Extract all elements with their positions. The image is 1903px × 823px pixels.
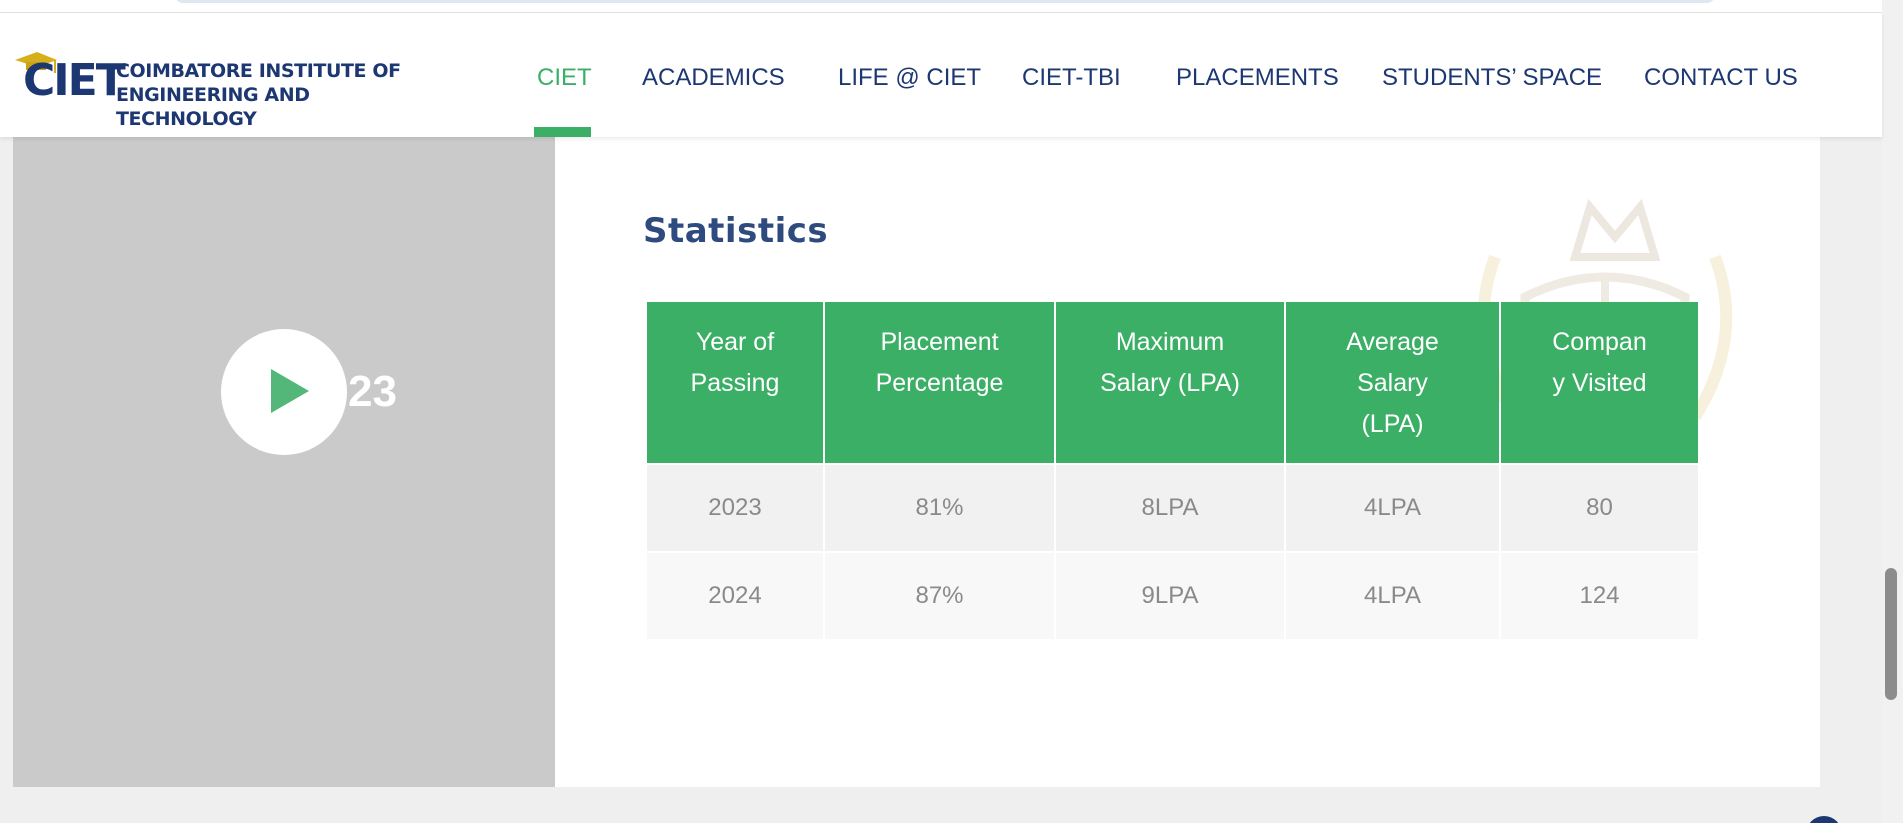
header-text: Year of [695, 328, 775, 356]
nav-item-academics[interactable]: ACADEMICS [642, 13, 785, 137]
cell-maximum-salary: 9LPA [1056, 553, 1284, 639]
header-text: Percentage [875, 369, 1004, 397]
header-year-of-passing: Year of Passing [647, 302, 823, 463]
page-scrollbar-thumb[interactable] [1885, 568, 1897, 700]
cell-maximum-salary: 8LPA [1056, 465, 1284, 551]
table-header-row: Year of Passing Placement Percentage Max… [647, 302, 1698, 463]
nav-item-life-at-ciet[interactable]: LIFE @ CIET [838, 13, 981, 137]
chat-widget-icon[interactable] [1806, 816, 1842, 823]
site-header: CIET COIMBATORE INSTITUTE OF ENGINEERING… [0, 13, 1882, 137]
header-text: y Visited [1552, 369, 1647, 397]
header-text: Passing [690, 369, 780, 397]
header-text: Placement [880, 328, 999, 356]
play-icon [271, 369, 309, 413]
logo-short-name: CIET [23, 55, 126, 106]
header-text: Salary [1357, 369, 1428, 397]
logo-full-name: COIMBATORE INSTITUTE OF ENGINEERING AND … [116, 59, 453, 131]
table-row: 2023 81% 8LPA 4LPA 80 [647, 465, 1698, 551]
play-button[interactable] [221, 329, 347, 455]
header-text: (LPA) [1361, 410, 1424, 438]
placement-statistics-table: Year of Passing Placement Percentage Max… [645, 300, 1700, 641]
header-text: Maximum [1115, 328, 1225, 356]
nav-item-students-space[interactable]: STUDENTS’ SPACE [1382, 13, 1602, 137]
header-maximum-salary: Maximum Salary (LPA) [1056, 302, 1284, 463]
statistics-panel: Statistics Year of Passing Placement Per… [555, 137, 1820, 787]
cell-average-salary: 4LPA [1286, 465, 1499, 551]
cell-companies-visited: 80 [1501, 465, 1698, 551]
cell-year: 2024 [647, 553, 823, 639]
header-average-salary: Average Salary (LPA) [1286, 302, 1499, 463]
logo-name-line-2: ENGINEERING AND TECHNOLOGY [116, 84, 310, 130]
cell-placement-percentage: 81% [825, 465, 1054, 551]
nav-item-ciet[interactable]: CIET [537, 13, 592, 137]
video-panel: 23 [13, 137, 555, 787]
cell-average-salary: 4LPA [1286, 553, 1499, 639]
video-overlay-text: 23 [348, 367, 397, 416]
nav-item-contact-us[interactable]: CONTACT US [1644, 13, 1798, 137]
table-row: 2024 87% 9LPA 4LPA 124 [647, 553, 1698, 639]
statistics-title: Statistics [643, 211, 829, 251]
header-text: Salary (LPA) [1100, 369, 1240, 397]
cell-year: 2023 [647, 465, 823, 551]
active-nav-indicator [534, 127, 591, 137]
nav-item-ciet-tbi[interactable]: CIET-TBI [1022, 13, 1121, 137]
cell-companies-visited: 124 [1501, 553, 1698, 639]
header-text: Average [1346, 328, 1439, 356]
header-company-visited: Compan y Visited [1501, 302, 1698, 463]
site-logo[interactable]: CIET COIMBATORE INSTITUTE OF ENGINEERING… [13, 51, 453, 130]
header-text: Compan [1552, 328, 1647, 356]
header-placement-percentage: Placement Percentage [825, 302, 1054, 463]
nav-item-placements[interactable]: PLACEMENTS [1176, 13, 1339, 137]
browser-top-strip [0, 0, 1882, 13]
cell-placement-percentage: 87% [825, 553, 1054, 639]
logo-name-line-1: COIMBATORE INSTITUTE OF [116, 60, 401, 82]
address-bar-edge [175, 0, 1715, 3]
